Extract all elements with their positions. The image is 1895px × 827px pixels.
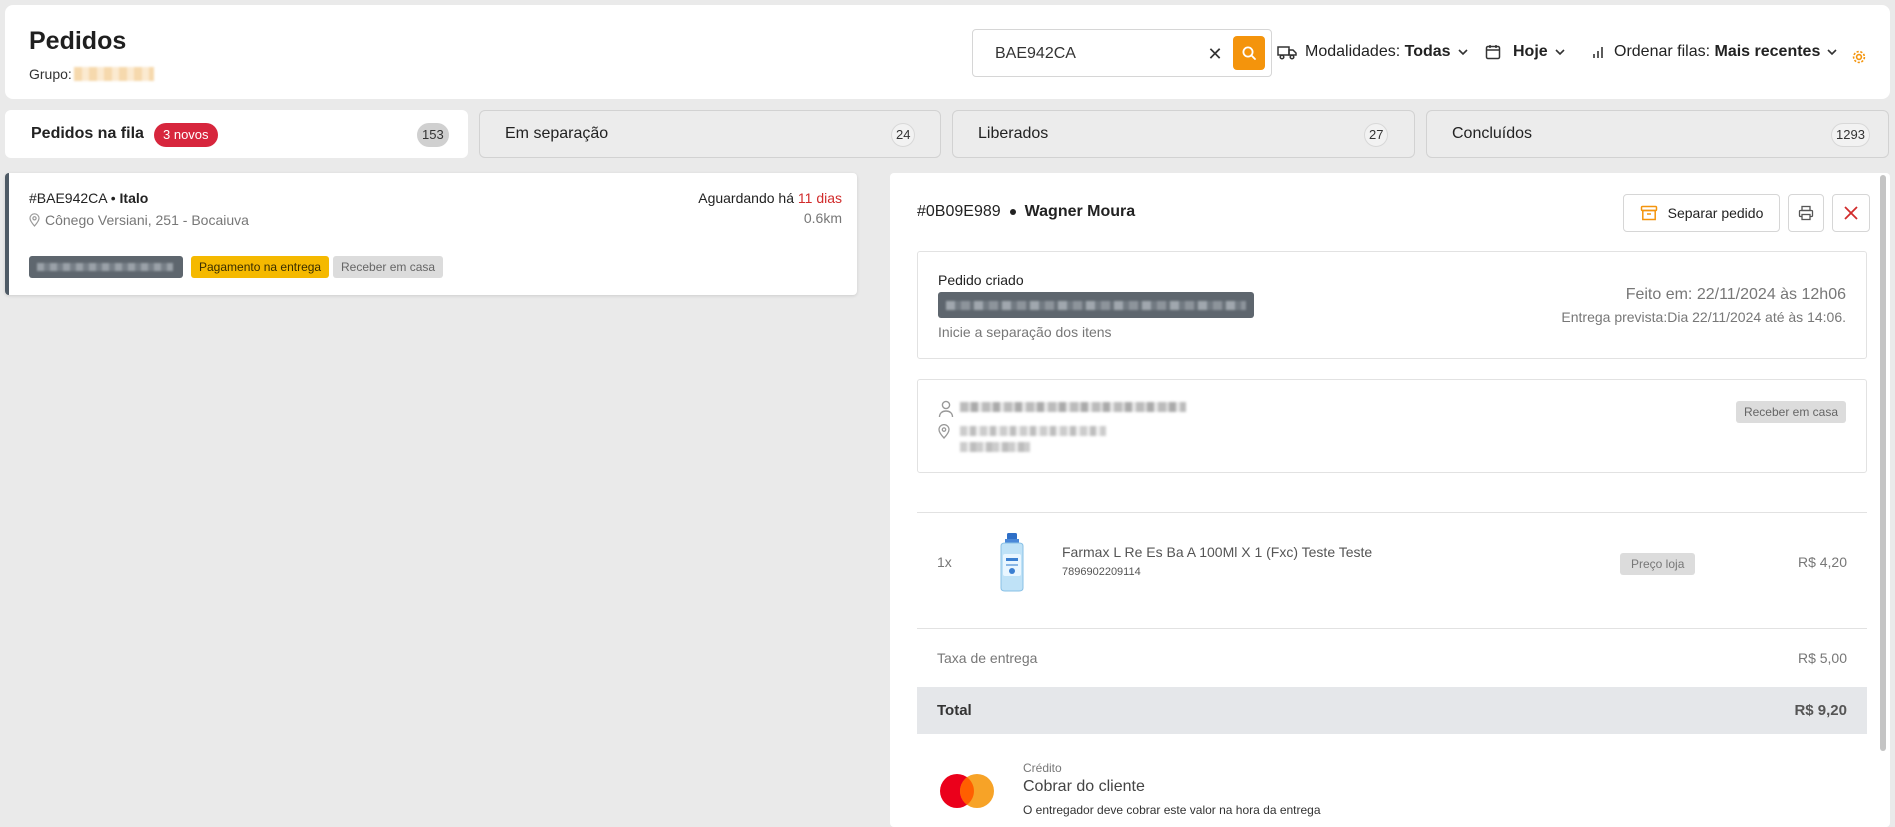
ordenar-filter[interactable]: Ordenar filas: Mais recentes: [1592, 43, 1838, 61]
group-info: Grupo:: [29, 66, 154, 82]
payment-type: Crédito: [1023, 761, 1062, 775]
group-name-redacted: [73, 67, 154, 81]
payment-title: Cobrar do cliente: [1023, 778, 1145, 795]
order-customer: Italo: [119, 190, 149, 206]
order-address: Cônego Versiani, 251 - Bocaiuva: [29, 212, 249, 228]
bar-chart-icon: [1593, 47, 1603, 58]
order-card[interactable]: #BAE942CA • Italo Cônego Versiani, 251 -…: [5, 173, 857, 295]
truck-icon: [1277, 46, 1297, 60]
payment-tag: Pagamento na entrega: [191, 256, 330, 278]
divider: [917, 628, 1867, 629]
waiting-prefix: Aguardando há: [698, 190, 794, 206]
date-filter[interactable]: Hoje: [1485, 43, 1566, 61]
tab-label: Em separação: [505, 125, 609, 142]
order-created-at: Feito em: 22/11/2024 às 12h06: [1625, 286, 1846, 303]
delivery-forecast: Entrega prevista:Dia 22/11/2024 até às 1…: [1561, 309, 1846, 325]
tab-label: Liberados: [978, 125, 1049, 142]
redacted-tag: [29, 256, 183, 278]
redacted-customer-contact: [960, 402, 1186, 412]
search-button[interactable]: [1233, 36, 1265, 70]
status-subtitle: Inicie a separação dos itens: [938, 324, 1112, 340]
page-title: Pedidos: [29, 27, 127, 55]
search-input[interactable]: [995, 42, 1195, 66]
redacted-customer-address: [960, 426, 1106, 436]
search-box: ✕: [972, 29, 1272, 77]
printer-icon: [1798, 205, 1814, 221]
price-type-tag: Preço loja: [1620, 553, 1696, 575]
clear-search-icon[interactable]: ✕: [1203, 42, 1227, 66]
item-name: Farmax L Re Es Ba A 100Ml X 1 (Fxc) Test…: [1062, 544, 1373, 560]
archive-box-icon: [1640, 205, 1657, 221]
tab-label: Pedidos na fila: [31, 125, 144, 142]
calendar-icon: [1485, 45, 1501, 60]
item-qty: 1x: [937, 554, 952, 570]
delivery-tag: Receber em casa: [1735, 401, 1846, 423]
separate-order-button[interactable]: Separar pedido: [1623, 194, 1780, 232]
tab-liberados[interactable]: Liberados 27: [952, 110, 1415, 158]
tab-count: 1293: [1831, 123, 1870, 147]
search-icon: [1242, 46, 1256, 60]
close-detail-button[interactable]: [1832, 194, 1870, 232]
tab-pedidos-na-fila[interactable]: Pedidos na fila 3 novos 153: [5, 110, 468, 158]
total-value: R$ 9,20: [1794, 702, 1847, 719]
redacted-status-bar: [938, 292, 1254, 318]
chevron-down-icon: [1457, 49, 1468, 56]
delivery-tag: Receber em casa: [333, 256, 444, 278]
date-value: Hoje: [1513, 43, 1548, 60]
order-status-box: Pedido criado Inicie a separação dos ite…: [917, 251, 1867, 359]
chevron-down-icon: [1827, 49, 1837, 56]
separate-order-label: Separar pedido: [1667, 205, 1764, 221]
waiting-time: Aguardando há 11 dias: [698, 190, 842, 206]
user-icon: [938, 400, 954, 418]
delivery-fee-value: R$ 5,00: [1797, 650, 1847, 666]
group-label: Grupo:: [29, 66, 72, 82]
total-label: Total: [937, 702, 972, 719]
ordenar-label: Ordenar filas:: [1614, 43, 1711, 60]
order-item: 1x Farmax L Re Es Ba A 100Ml X 1 (Fxc) T…: [917, 526, 1867, 600]
location-pin-icon: [938, 424, 950, 439]
detail-header: #0B09E989 Wagner Moura: [917, 203, 1135, 221]
modalidades-filter[interactable]: Modalidades: Todas: [1277, 43, 1469, 61]
print-button[interactable]: [1788, 194, 1824, 232]
product-bottle-image: [1000, 533, 1024, 592]
item-ean: 7896902209114: [1062, 566, 1141, 578]
chevron-down-icon: [1555, 49, 1565, 56]
redacted-customer-city: [960, 442, 1030, 452]
status-label: Pedido criado: [938, 272, 1024, 288]
gear-icon[interactable]: [1851, 49, 1867, 65]
location-pin-icon: [29, 213, 40, 227]
payment-note: O entregador deve cobrar este valor na h…: [1023, 803, 1321, 817]
detail-customer: Wagner Moura: [1024, 203, 1136, 220]
tab-em-separacao[interactable]: Em separação 24: [479, 110, 941, 158]
modalidades-value: Todas: [1404, 43, 1451, 60]
detail-order-id: #0B09E989: [917, 203, 1001, 220]
tab-count: 27: [1364, 123, 1389, 147]
ordenar-value: Mais recentes: [1714, 43, 1821, 60]
page-header: Pedidos Grupo: ✕ Modalidades: Todas Hoje…: [5, 5, 1890, 99]
tab-label: Concluídos: [1452, 125, 1533, 142]
scrollbar-thumb[interactable]: [1880, 175, 1886, 751]
total-row: Total R$ 9,20: [917, 687, 1867, 734]
order-card-title: #BAE942CA • Italo: [29, 190, 149, 206]
close-icon: [1844, 206, 1858, 220]
modalidades-label: Modalidades:: [1305, 43, 1401, 60]
item-price: R$ 4,20: [1797, 554, 1847, 570]
delivery-fee-label: Taxa de entrega: [937, 650, 1038, 666]
mastercard-logo-icon: [940, 774, 994, 808]
divider: [917, 512, 1867, 513]
order-id: #BAE942CA: [29, 190, 107, 206]
waiting-value: 11 dias: [797, 190, 842, 206]
tab-count: 24: [891, 123, 916, 147]
order-address-text: Cônego Versiani, 251 - Bocaiuva: [45, 212, 249, 228]
customer-info-box: Receber em casa: [917, 379, 1867, 473]
order-distance: 0.6km: [803, 210, 842, 226]
tab-concluidos[interactable]: Concluídos 1293: [1426, 110, 1889, 158]
tab-count: 153: [417, 123, 449, 147]
order-detail-panel: #0B09E989 Wagner Moura Separar pedido Pe…: [890, 173, 1890, 827]
new-orders-badge: 3 novos: [154, 123, 218, 147]
